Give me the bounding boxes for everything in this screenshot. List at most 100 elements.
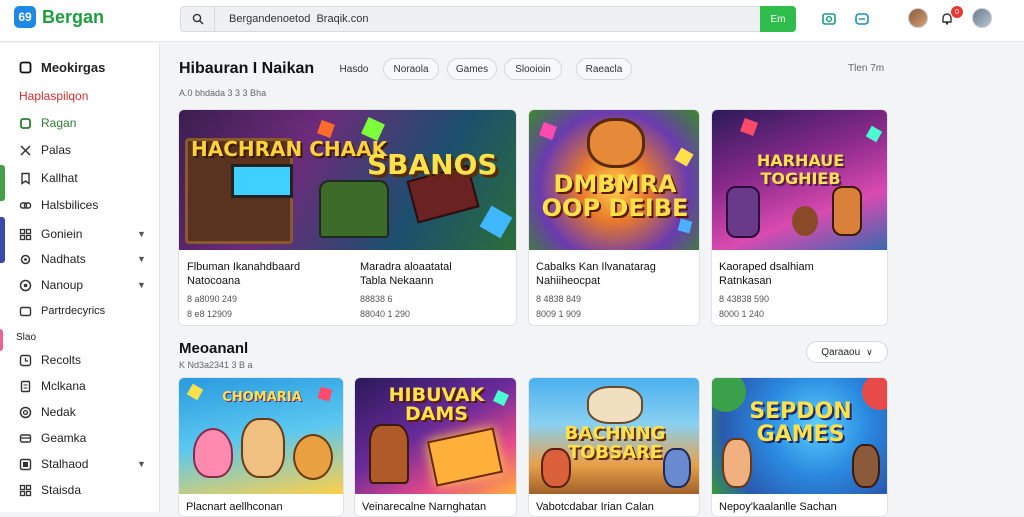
sidebar-item-16[interactable]: Staisda <box>0 479 159 501</box>
section-title: Hibauran I Naikan <box>179 60 315 77</box>
app-name: Bergan <box>42 6 105 27</box>
sidebar-item-label: Stalhaod <box>41 457 89 471</box>
sidebar-item-5[interactable]: Halsbilices <box>0 194 159 216</box>
doc-icon <box>18 379 32 393</box>
chevron-down-icon[interactable]: ▼ <box>137 229 146 239</box>
game-art-title: HACHRAN CHAAK <box>191 137 388 161</box>
chevron-down-icon[interactable]: ▼ <box>137 459 146 469</box>
sidebar-item-9[interactable]: Partrdecyrics <box>0 300 159 322</box>
game-art-title: BACHNNG TOBSARE <box>564 423 666 463</box>
sidebar-item-12[interactable]: Mclkana <box>0 375 159 397</box>
sort-label: Qaraaou <box>821 346 861 358</box>
sidebar-item-14[interactable]: Geamka <box>0 427 159 449</box>
sidebar-item-7[interactable]: Nadhats ▼ <box>0 248 159 270</box>
sidebar-item-2[interactable]: Ragan <box>0 112 159 134</box>
section-title: Meoananl <box>179 340 249 357</box>
avatar[interactable] <box>908 8 928 28</box>
chevron-down-icon: ∨ <box>866 346 873 357</box>
sidebar-item-label: Palas <box>41 143 72 157</box>
sidebar-item-10[interactable]: Slao <box>0 326 159 348</box>
game-art-title: DMBMRA OOP DEIBE <box>541 170 689 222</box>
game-art-title: HARHAUE TOGHIEB <box>756 151 845 188</box>
sidebar-item-label: Partrdecyrics <box>41 305 106 317</box>
circle-icon <box>18 278 32 292</box>
sort-dropdown[interactable]: Qaraaou ∨ <box>806 341 888 363</box>
card-icon <box>18 431 32 445</box>
game-card[interactable]: DMBMRA OOP DEIBE Cabalks Kan Ilvanatarag… <box>528 109 700 326</box>
chevron-down-icon[interactable]: ▼ <box>137 280 146 290</box>
card-meta: 8000 1 240 <box>719 309 765 319</box>
game-card[interactable]: HACHRAN CHAAK SBANOS Flbuman Ikanahdbaar… <box>178 109 517 326</box>
filter-chip[interactable]: Hasdo <box>328 58 380 80</box>
card-title: Cabalks Kan Ilvanatarag Nahiiheocpat <box>536 261 656 287</box>
link-icon <box>18 198 32 212</box>
game-card[interactable]: SEPDON GAMES Nepoy'kaalanlle Sachan <box>711 377 888 517</box>
bookmark-icon <box>18 171 32 185</box>
sidebar-item-label: Staisda <box>41 483 82 497</box>
sidebar-item-3[interactable]: Palas <box>0 139 159 161</box>
sidebar-item-label: Geamka <box>41 431 87 445</box>
section-meta: Tlen 7m <box>848 63 885 74</box>
game-thumbnail: HIBUVAK DAMS <box>355 378 516 494</box>
search-icon[interactable] <box>181 7 215 31</box>
search-button[interactable]: Em <box>760 6 796 32</box>
camera-icon[interactable] <box>820 10 838 28</box>
chat-icon[interactable] <box>853 10 871 28</box>
game-thumbnail: BACHNNG TOBSARE <box>529 378 699 494</box>
filter-chip[interactable]: Games <box>447 58 497 80</box>
sidebar-item-0[interactable]: Meokirgas <box>0 56 159 78</box>
card-title: Kaoraped dsalhiam Ratnkasan <box>719 261 814 287</box>
sidebar-item-8[interactable]: Nanoup ▼ <box>0 274 159 296</box>
grid-icon <box>18 227 32 241</box>
game-card[interactable]: HARHAUE TOGHIEB Kaoraped dsalhiam Ratnka… <box>711 109 888 326</box>
clock-icon <box>18 353 32 367</box>
game-card[interactable]: CHOMARIA Placnart aellhconan <box>178 377 344 517</box>
square-outline-icon <box>18 60 32 74</box>
card-title: Flbuman Ikanahdbaard Natocoana <box>187 261 301 287</box>
game-thumbnail: HARHAUE TOGHIEB <box>712 110 887 250</box>
sidebar-item-15[interactable]: Stalhaod ▼ <box>0 453 159 475</box>
leaf-icon <box>18 116 32 130</box>
game-card[interactable]: BACHNNG TOBSARE Vabotcdabar Irian Calan <box>528 377 700 517</box>
card-meta: 88838 6 <box>360 294 393 304</box>
sidebar-item-label: Nanoup <box>41 278 84 292</box>
game-thumbnail: HACHRAN CHAAK SBANOS <box>179 110 516 250</box>
filter-chip[interactable]: Slooioin <box>504 58 562 80</box>
sidebar-item-1[interactable]: Haplaspilqon <box>0 85 159 107</box>
sidebar-item-13[interactable]: Nedak <box>0 401 159 423</box>
gear-icon <box>18 252 32 266</box>
card-title: Maradra aloaatatal Tabla Nekaann <box>360 261 452 287</box>
filter-chip[interactable]: Raeacla <box>576 58 632 80</box>
game-art-title: CHOMARIA <box>222 390 302 405</box>
sidebar-item-label: Nedak <box>41 405 76 419</box>
sidebar-item-label: Meokirgas <box>41 59 106 75</box>
grid-icon <box>18 483 32 497</box>
section-subtitle: K Nd3a2341 3 B a <box>179 360 253 370</box>
notification-badge: 0 <box>951 6 963 18</box>
sidebar-item-label: Halsbilices <box>41 198 99 212</box>
game-thumbnail: SEPDON GAMES <box>712 378 887 494</box>
sidebar-item-label: Kallhat <box>41 171 78 185</box>
top-bar: 69 Bergan Em 0 <box>0 0 1024 42</box>
card-meta: 8 a8090 249 <box>187 294 238 304</box>
sidebar-item-11[interactable]: Recolts <box>0 349 159 371</box>
game-art-title: HIBUVAK DAMS <box>388 384 485 425</box>
target-icon <box>18 405 32 419</box>
search-bar: Em <box>180 6 796 32</box>
user-avatar[interactable] <box>972 8 992 28</box>
card-meta: 8009 1 909 <box>536 309 582 319</box>
sidebar: Meokirgas Haplaspilqon Ragan Palas Kallh… <box>0 43 160 512</box>
game-art-title: SEPDON GAMES <box>749 399 852 447</box>
app-logo[interactable]: 69 Bergan <box>14 6 104 28</box>
chevron-down-icon[interactable]: ▼ <box>137 254 146 264</box>
sidebar-item-4[interactable]: Kallhat <box>0 167 159 189</box>
filter-chip[interactable]: Noraola <box>383 58 439 80</box>
card-meta: 8 43838 590 <box>719 294 770 304</box>
search-input[interactable] <box>215 7 755 31</box>
sidebar-item-label: Goniein <box>41 227 83 241</box>
game-card[interactable]: HIBUVAK DAMS Veinarecalne Narnghatan <box>354 377 517 517</box>
sidebar-item-6[interactable]: Goniein ▼ <box>0 223 159 245</box>
sidebar-item-label: Nadhats <box>41 252 86 266</box>
game-art-title: SBANOS <box>367 148 498 181</box>
square-icon <box>18 457 32 471</box>
